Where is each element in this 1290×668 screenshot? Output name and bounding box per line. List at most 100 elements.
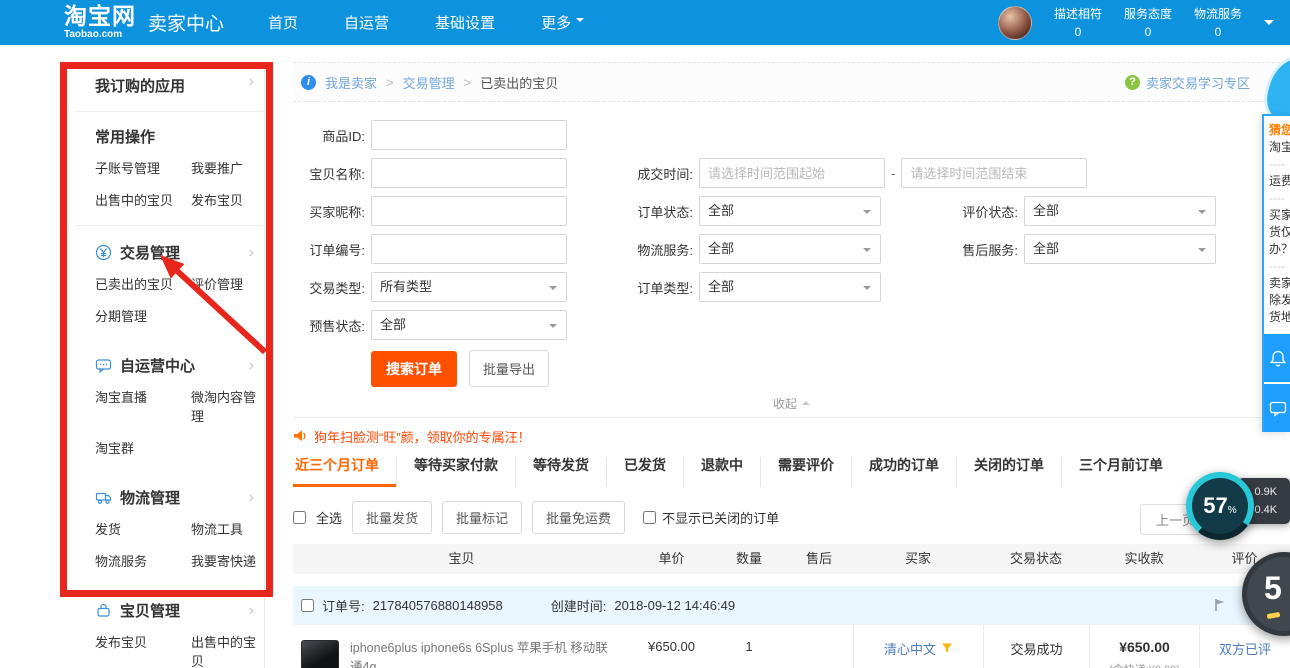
tab-awaiting-shipment[interactable]: 等待发货: [515, 457, 606, 487]
breadcrumb-separator: >: [464, 75, 472, 90]
tab-closed[interactable]: 关闭的订单: [956, 457, 1061, 487]
flag-icon[interactable]: [1212, 597, 1228, 613]
tab-shipped[interactable]: 已发货: [606, 457, 683, 487]
sidebar-divider: [75, 225, 264, 226]
sidebar-item-publish-item[interactable]: 发布宝贝: [95, 632, 191, 668]
deal-time-start-input[interactable]: [699, 158, 885, 188]
batch-mark-button[interactable]: 批量标记: [442, 501, 522, 534]
seller-learning-link[interactable]: 卖家交易学习专区: [1146, 73, 1250, 92]
panel-line[interactable]: 办？: [1269, 241, 1290, 258]
product-title[interactable]: iphone6plus iphone6s 6Splus 苹果手机 移动联通4g …: [350, 639, 618, 668]
stat-description[interactable]: 描述相符 0: [1054, 5, 1102, 41]
notification-bell-button[interactable]: [1264, 334, 1290, 382]
buyer-nick-label: 买家昵称:: [293, 202, 365, 221]
sidebar-item-taobao-live[interactable]: 淘宝直播: [95, 387, 191, 425]
tab-recent-3-months[interactable]: 近三个月订单: [293, 457, 396, 487]
qty-value: 1: [745, 639, 752, 654]
product-id-input[interactable]: [371, 120, 567, 150]
batch-ship-button[interactable]: 批量发货: [352, 501, 432, 534]
logistics-select[interactable]: 全部: [699, 234, 881, 264]
sidebar-item-installment[interactable]: 分期管理: [95, 306, 191, 325]
nav-home[interactable]: 首页: [268, 12, 298, 33]
deal-time-label: 成交时间:: [623, 164, 693, 183]
breadcrumb-seller[interactable]: 我是卖家: [325, 73, 377, 92]
hide-closed-label: 不显示已关闭的订单: [662, 508, 779, 527]
avatar[interactable]: [998, 6, 1032, 40]
batch-free-ship-button[interactable]: 批量免运费: [532, 501, 625, 534]
order-no-input[interactable]: [371, 234, 567, 264]
breadcrumb-trade-mgmt[interactable]: 交易管理: [403, 73, 455, 92]
sidebar-item-weitao[interactable]: 微淘内容管理: [191, 387, 264, 425]
order-type-select[interactable]: 全部: [699, 272, 881, 302]
panel-line[interactable]: 货地: [1269, 309, 1290, 326]
sidebar-item-sold-items[interactable]: 已卖出的宝贝: [95, 274, 191, 293]
buyer-nick-input[interactable]: [371, 196, 567, 226]
panel-line[interactable]: 除发: [1269, 292, 1290, 309]
tab-refunding[interactable]: 退款中: [683, 457, 760, 487]
aftersale-select[interactable]: 全部: [1024, 234, 1216, 264]
tab-successful[interactable]: 成功的订单: [851, 457, 956, 487]
trade-type-label: 交易类型:: [293, 278, 365, 297]
panel-dash: ----: [1269, 258, 1290, 275]
top-navbar: 淘宝网 Taobao.com 卖家中心 首页 自运营 基础设置 更多 描述相符 …: [0, 0, 1290, 45]
logo-domain: Taobao.com: [64, 30, 136, 40]
form-divider: [293, 417, 1290, 418]
sidebar-section-self-operate[interactable]: 自运营中心 ›: [75, 355, 264, 376]
tab-need-rating[interactable]: 需要评价: [760, 457, 851, 487]
order-checkbox[interactable]: [301, 599, 314, 612]
col-unit-price: 单价: [630, 544, 713, 574]
yuan-circle-icon: [95, 244, 112, 261]
collapse-toggle[interactable]: 收起: [293, 395, 1290, 411]
tab-before-3-months[interactable]: 三个月前订单: [1061, 457, 1180, 487]
panel-line[interactable]: 买家: [1269, 207, 1290, 224]
nav-more[interactable]: 更多: [541, 12, 584, 33]
rate-status-select[interactable]: 全部: [1024, 196, 1216, 226]
tab-awaiting-payment[interactable]: 等待买家付款: [396, 457, 515, 487]
chevron-down-icon[interactable]: [1264, 20, 1274, 30]
order-status-select[interactable]: 全部: [699, 196, 881, 226]
seller-center-title[interactable]: 卖家中心: [148, 9, 224, 36]
panel-line[interactable]: 卖家: [1269, 275, 1290, 292]
sidebar-item-ship[interactable]: 发货: [95, 519, 191, 538]
sidebar-item-subaccount[interactable]: 子账号管理: [95, 158, 191, 177]
panel-line[interactable]: 运费: [1269, 173, 1290, 190]
item-name-label: 宝贝名称:: [293, 164, 365, 183]
sidebar-section-trade[interactable]: 交易管理 ›: [75, 242, 264, 263]
hide-closed-checkbox[interactable]: [643, 511, 656, 524]
sidebar-purchased-label: 我订购的应用: [95, 78, 185, 95]
promo-notice[interactable]: 狗年扫脸测“旺”颜，领取你的专属汪！: [293, 427, 1290, 445]
sidebar-item-promote[interactable]: 我要推广: [191, 158, 264, 177]
presale-select[interactable]: 全部: [371, 310, 567, 340]
select-all-checkbox[interactable]: [293, 511, 306, 524]
deal-time-end-input[interactable]: [901, 158, 1087, 188]
panel-line[interactable]: 淘宝: [1269, 139, 1290, 156]
product-thumbnail[interactable]: [301, 640, 339, 668]
buyer-link[interactable]: 清心中文: [884, 639, 936, 658]
sidebar-item-on-sale[interactable]: 出售中的宝贝: [95, 190, 191, 209]
partial-circle-number: 5: [1264, 570, 1282, 607]
sidebar-item-logistics-service[interactable]: 物流服务: [95, 551, 191, 570]
stat-service[interactable]: 服务态度 0: [1124, 5, 1172, 41]
taobao-logo[interactable]: 淘宝网 Taobao.com: [64, 5, 136, 40]
sidebar-item-logistics-tools[interactable]: 物流工具: [191, 519, 264, 538]
panel-line[interactable]: 货仅: [1269, 224, 1290, 241]
nav-self-operate[interactable]: 自运营: [344, 12, 389, 33]
nav-basic-settings[interactable]: 基础设置: [435, 12, 495, 33]
sidebar-item-on-sale-items[interactable]: 出售中的宝贝: [191, 632, 264, 668]
sidebar-section-logistics[interactable]: 物流管理 ›: [75, 487, 264, 508]
chat-support-button[interactable]: [1264, 384, 1290, 432]
sidebar-purchased-apps[interactable]: 我订购的应用 ›: [75, 62, 264, 112]
stat-logistics[interactable]: 物流服务 0: [1194, 5, 1242, 41]
sidebar-item-taobao-group[interactable]: 淘宝群: [95, 438, 191, 457]
search-orders-button[interactable]: 搜索订单: [371, 351, 457, 387]
item-name-input[interactable]: [371, 158, 567, 188]
sidebar-item-rating-mgmt[interactable]: 评价管理: [191, 274, 264, 293]
sidebar-item-publish[interactable]: 发布宝贝: [191, 190, 264, 209]
sidebar-section-items[interactable]: 宝贝管理 ›: [75, 600, 264, 621]
percent-circle-widget[interactable]: 57 %: [1186, 472, 1254, 540]
rating-link[interactable]: 双方已评: [1219, 639, 1271, 658]
batch-export-button[interactable]: 批量导出: [469, 350, 549, 387]
filter-funnel-icon[interactable]: [941, 643, 953, 654]
trade-type-select[interactable]: 所有类型: [371, 272, 567, 302]
sidebar-item-express[interactable]: 我要寄快递: [191, 551, 264, 570]
